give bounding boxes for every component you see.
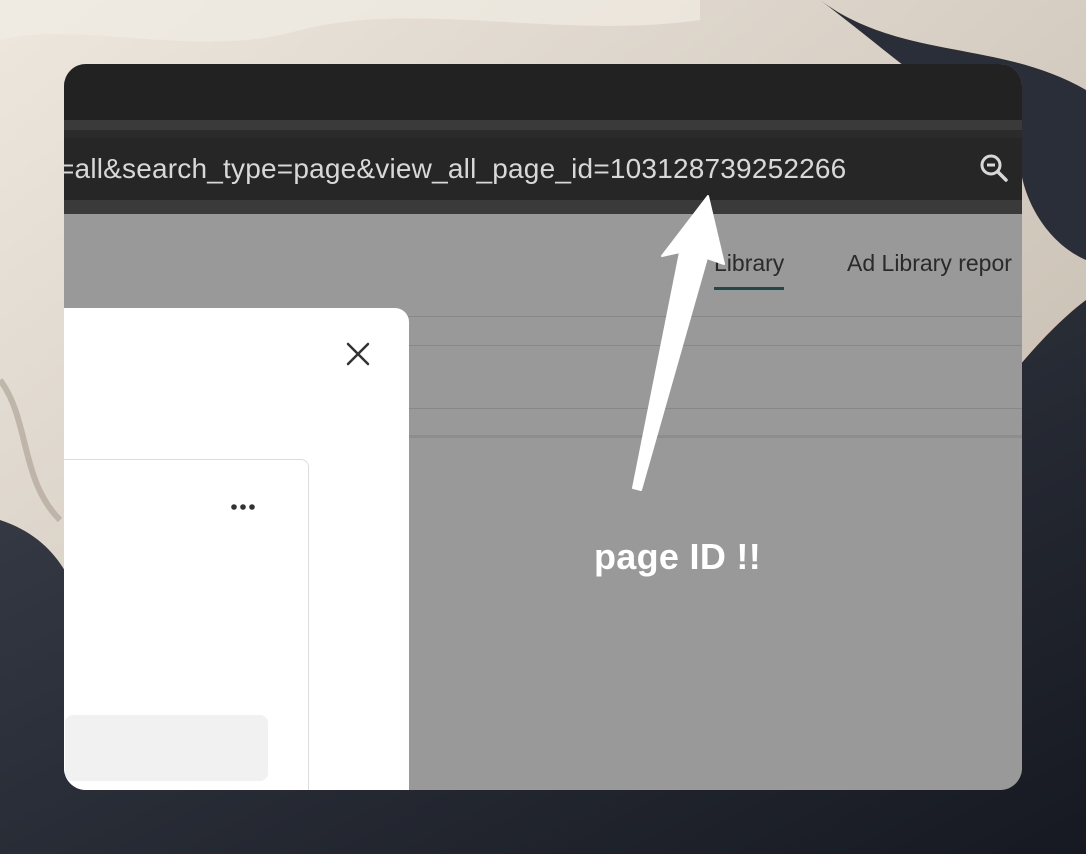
more-horizontal-icon[interactable]	[230, 500, 256, 512]
browser-window: =all&search_type=page&view_all_page_id=1…	[64, 64, 1022, 790]
modal-dialog	[64, 308, 409, 790]
url-text[interactable]: =all&search_type=page&view_all_page_id=1…	[64, 153, 846, 185]
address-bar[interactable]: =all&search_type=page&view_all_page_id=1…	[64, 138, 1022, 200]
tab-ad-library-report[interactable]: Ad Library repor	[847, 250, 1012, 277]
card-action-area[interactable]	[65, 715, 268, 781]
close-icon[interactable]	[344, 340, 372, 368]
annotation-label: page ID !!	[594, 536, 762, 577]
ad-card	[64, 459, 309, 790]
tab-strip	[64, 120, 1022, 130]
window-titlebar	[64, 64, 1022, 120]
zoom-search-icon[interactable]	[978, 152, 1010, 184]
browser-toolbar: =all&search_type=page&view_all_page_id=1…	[64, 120, 1022, 214]
tab-ad-library[interactable]: Library	[714, 250, 785, 290]
toolbar-bottom-strip	[64, 200, 1022, 214]
